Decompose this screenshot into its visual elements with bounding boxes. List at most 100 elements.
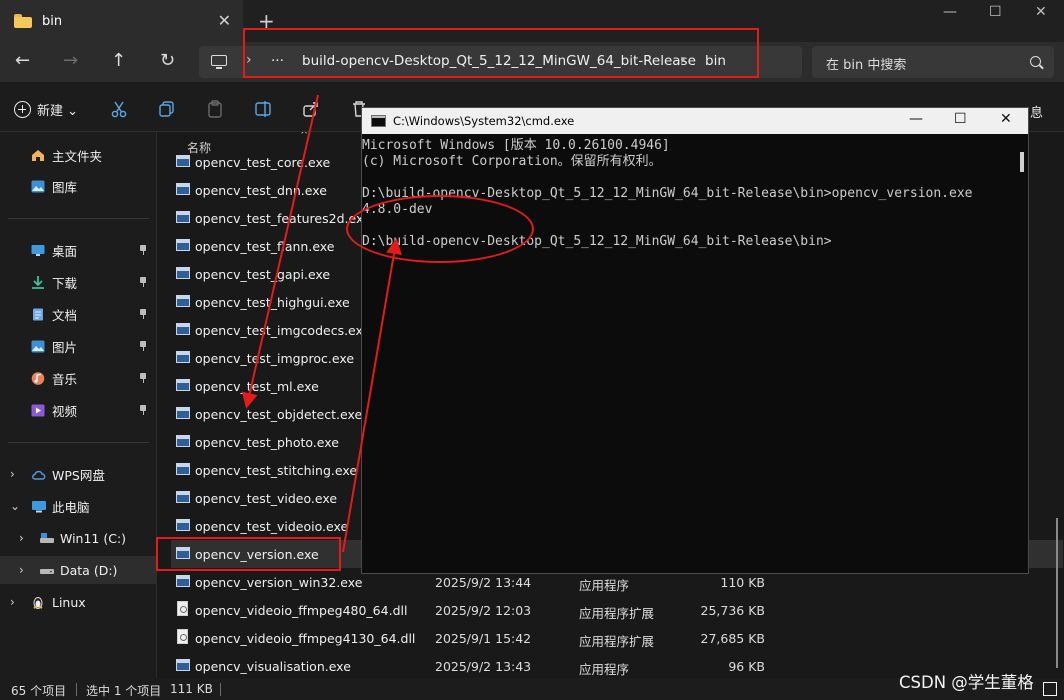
linux-icon <box>33 596 43 609</box>
sidebar-item-drive-c[interactable]: › Win11 (C:) <box>0 524 157 552</box>
minimize-button[interactable]: — <box>943 4 957 20</box>
chevron-down-icon[interactable]: ⌄ <box>10 499 20 513</box>
search-input[interactable]: 在 bin 中搜索 <box>812 46 1054 78</box>
exe-file-icon <box>176 379 190 391</box>
pin-icon[interactable] <box>139 309 147 319</box>
view-toggle-icon[interactable] <box>1043 682 1057 696</box>
file-type: 应用程序扩展 <box>579 606 655 621</box>
file-name: opencv_test_objdetect.exe <box>195 407 363 422</box>
pin-icon[interactable] <box>139 373 147 383</box>
chevron-right-icon[interactable]: › <box>19 563 24 577</box>
cmd-window[interactable]: C:\Windows\System32\cmd.exe — ☐ ✕ Micros… <box>346 107 1029 574</box>
sidebar-item-wps-cloud[interactable]: › WPS网盘 <box>0 460 157 488</box>
copy-icon[interactable] <box>158 100 176 118</box>
address-highlight-box <box>243 28 759 78</box>
exe-file-icon <box>176 519 190 531</box>
exe-file-icon <box>176 491 190 503</box>
sidebar-item-gallery[interactable]: 图库 <box>0 172 157 200</box>
pin-icon[interactable] <box>139 405 147 415</box>
sidebar-item-label: 此电脑 <box>52 499 90 515</box>
details-button-label[interactable]: 息 <box>1030 102 1043 121</box>
cmd-title: C:\Windows\System32\cmd.exe <box>393 114 575 128</box>
file-name: opencv_visualisation.exe <box>195 659 351 674</box>
this-pc-icon[interactable] <box>211 55 227 69</box>
chevron-right-icon[interactable]: › <box>19 531 24 545</box>
file-name: opencv_test_dnn.exe <box>195 183 327 198</box>
sidebar-item-label: 音乐 <box>52 371 78 387</box>
tab-close-icon[interactable]: ✕ <box>218 11 231 30</box>
sidebar-item-drive-d[interactable]: › Data (D:) <box>0 556 157 584</box>
sidebar-item-label: 下载 <box>52 275 78 291</box>
cmd-title-bar[interactable]: C:\Windows\System32\cmd.exe — ☐ ✕ <box>362 108 1028 134</box>
sidebar-item-label: 主文件夹 <box>52 148 103 164</box>
file-type: 应用程序扩展 <box>579 634 655 649</box>
tab-bin[interactable]: bin ✕ <box>0 0 243 42</box>
chevron-right-icon[interactable]: › <box>10 595 15 609</box>
exe-file-icon <box>176 323 190 335</box>
cmd-scrollbar[interactable] <box>1020 152 1024 172</box>
pin-icon[interactable] <box>139 341 147 351</box>
file-name: opencv_test_video.exe <box>195 491 338 506</box>
up-button[interactable]: ↑ <box>111 50 126 71</box>
pin-icon[interactable] <box>139 245 147 255</box>
file-size: 110 KB <box>720 575 765 590</box>
refresh-button[interactable]: ↻ <box>160 50 175 71</box>
sidebar-item-videos[interactable]: 视频 <box>0 396 157 424</box>
pictures-icon <box>31 340 45 352</box>
search-placeholder: 在 bin 中搜索 <box>826 58 907 73</box>
sidebar-item-documents[interactable]: 文档 <box>0 300 157 328</box>
pin-icon[interactable] <box>139 277 147 287</box>
exe-file-icon <box>176 351 190 363</box>
rename-icon[interactable] <box>254 100 272 118</box>
file-name: opencv_test_videoio.exe <box>195 519 349 534</box>
file-size: 27,685 KB <box>700 631 765 646</box>
share-icon[interactable] <box>302 100 320 118</box>
drive-d-icon <box>40 568 54 574</box>
cmd-icon <box>371 115 386 127</box>
drive-c-icon <box>40 532 54 543</box>
selected-file-highlight-box <box>156 537 341 571</box>
sidebar-item-downloads[interactable]: 下载 <box>0 268 157 296</box>
dll-file-icon <box>177 629 188 644</box>
file-list-scrollbar[interactable] <box>1056 518 1058 668</box>
file-name: opencv_test_imgproc.exe <box>195 351 355 366</box>
file-name: opencv_test_gapi.exe <box>195 267 331 282</box>
exe-file-icon <box>176 659 190 671</box>
new-button[interactable]: 新建 ⌄ <box>14 100 78 119</box>
sidebar-item-home[interactable]: 主文件夹 <box>0 141 157 169</box>
cmd-minimize-button[interactable]: — <box>909 111 923 127</box>
sidebar-separator <box>8 442 149 443</box>
videos-icon <box>31 404 45 416</box>
file-date: 2025/9/2 13:44 <box>435 575 532 590</box>
file-row[interactable]: opencv_videoio_ffmpeg480_64.dll 2025/9/2 … <box>171 596 1063 624</box>
exe-file-icon <box>176 463 190 475</box>
download-icon <box>32 275 44 289</box>
close-button[interactable]: ✕ <box>1035 4 1047 20</box>
sidebar-item-desktop[interactable]: 桌面 <box>0 236 157 264</box>
forward-button[interactable]: → <box>63 50 78 71</box>
file-row[interactable]: opencv_videoio_ffmpeg4130_64.dll 2025/9/1… <box>171 624 1063 652</box>
cmd-maximize-button[interactable]: ☐ <box>954 111 967 127</box>
file-date: 2025/9/1 15:42 <box>435 631 532 646</box>
exe-file-icon <box>176 295 190 307</box>
file-name: opencv_test_highgui.exe <box>195 295 350 310</box>
exe-file-icon <box>176 407 190 419</box>
cut-icon[interactable] <box>110 100 128 118</box>
back-button[interactable]: ← <box>15 50 30 71</box>
sidebar-item-linux[interactable]: › Linux <box>0 588 157 616</box>
cmd-close-button[interactable]: ✕ <box>1000 111 1012 127</box>
sidebar-item-music[interactable]: 音乐 <box>0 364 157 392</box>
desktop-icon <box>31 244 45 256</box>
paste-icon[interactable] <box>206 100 224 118</box>
file-type: 应用程序 <box>579 578 630 593</box>
sidebar-item-label: Data (D:) <box>60 562 118 578</box>
sidebar-item-pictures[interactable]: 图片 <box>0 332 157 360</box>
chevron-right-icon[interactable]: › <box>10 467 15 481</box>
csdn-watermark: CSDN @学生董格 <box>899 673 1034 692</box>
sidebar-item-this-pc[interactable]: ⌄ 此电脑 <box>0 492 157 520</box>
tab-label: bin <box>42 13 63 29</box>
exe-file-icon <box>176 239 190 251</box>
exe-file-icon <box>176 267 190 279</box>
maximize-button[interactable]: ☐ <box>989 4 1002 20</box>
cmd-line: Microsoft Windows [版本 10.0.26100.4946] <box>362 138 670 153</box>
